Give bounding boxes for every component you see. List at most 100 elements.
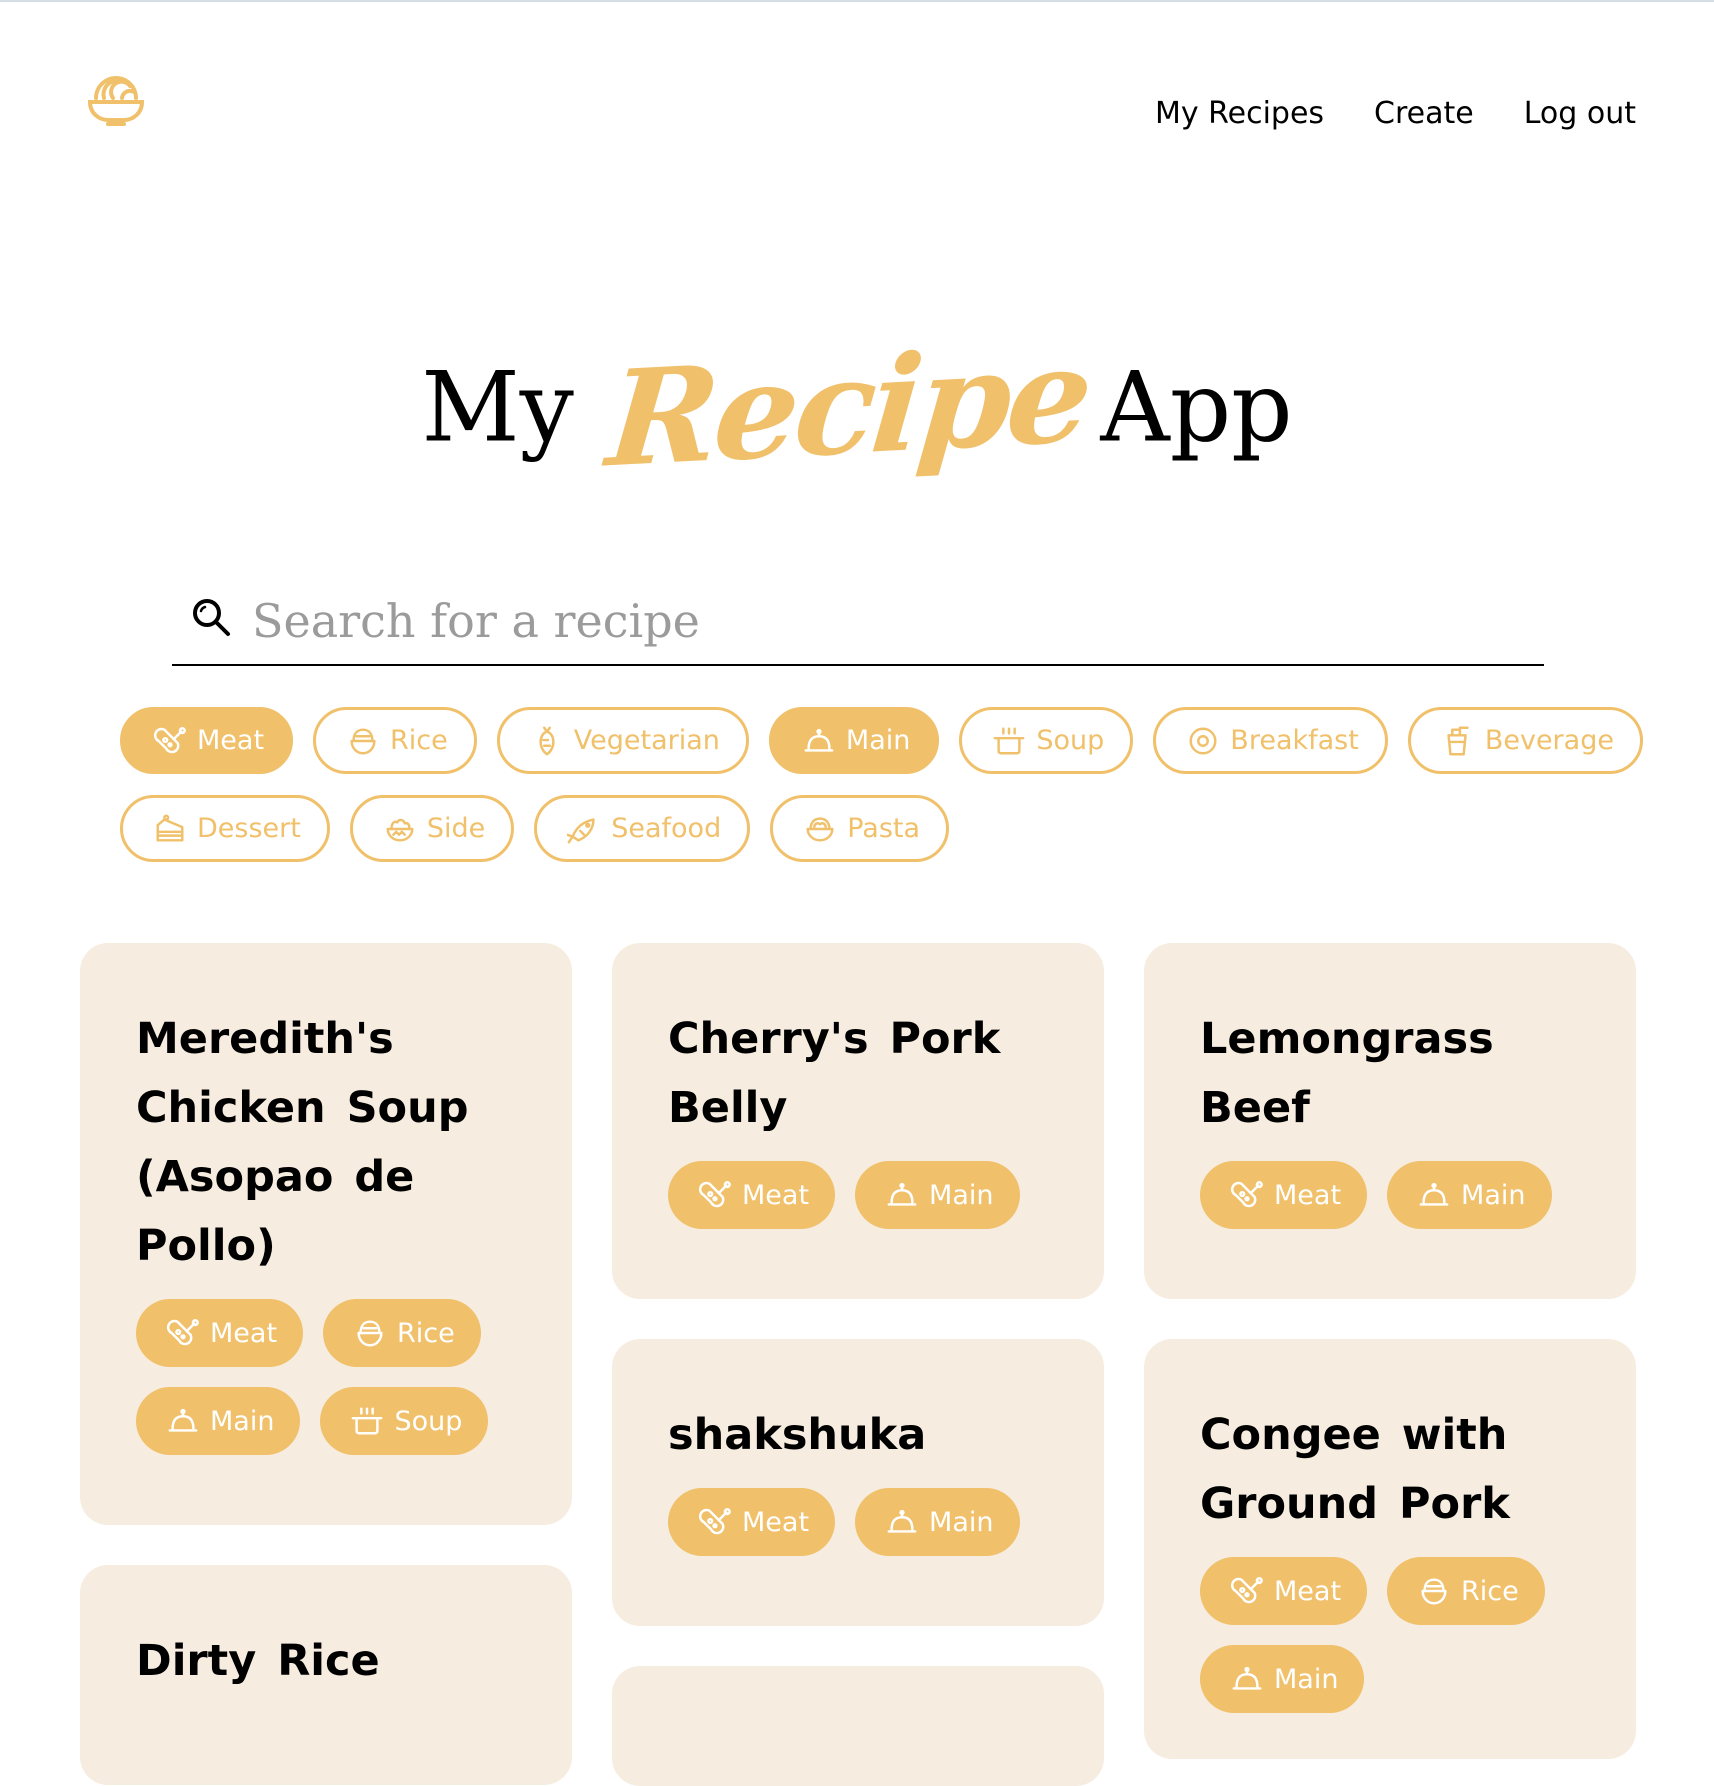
meat-icon xyxy=(167,1319,199,1346)
pasta-icon xyxy=(806,816,834,842)
filter-chip-label: Seafood xyxy=(611,813,722,844)
soup-icon xyxy=(993,726,1025,755)
main-icon xyxy=(804,728,834,752)
recipe-tag-label: Rice xyxy=(397,1317,455,1349)
beverage-icon xyxy=(1447,726,1469,755)
recipe-tag-label: Meat xyxy=(210,1317,278,1349)
meat-icon xyxy=(154,726,186,753)
recipe-title-line: (Asopao de xyxy=(136,1152,415,1202)
main-icon xyxy=(1232,1666,1262,1690)
recipe-title-line: Beef xyxy=(1200,1083,1310,1133)
main-icon xyxy=(1419,1182,1449,1206)
recipe-card[interactable]: Meredith's Chicken Soup (Asopao de Pollo) Me… xyxy=(80,943,572,1525)
main-icon xyxy=(887,1509,917,1533)
filter-chip-label: Breakfast xyxy=(1230,725,1359,756)
nav-create-link[interactable]: Create xyxy=(1374,96,1474,131)
filter-chip-label: Beverage xyxy=(1484,725,1614,756)
recipe-card[interactable]: Cherry's Pork Belly Meat Main xyxy=(612,943,1104,1299)
soup-icon xyxy=(352,1407,383,1435)
recipe-card[interactable]: shakshuka Meat Main xyxy=(612,1339,1104,1626)
recipe-tag-rice[interactable]: Rice xyxy=(323,1299,481,1367)
recipe-tag-main[interactable]: Main xyxy=(136,1387,301,1455)
nav-my-recipes-link[interactable]: My Recipes xyxy=(1155,96,1324,131)
recipe-title-line: Ground Pork xyxy=(1200,1479,1510,1529)
recipe-tags: Meat Main xyxy=(1200,1161,1586,1229)
nav-logout-link[interactable]: Log out xyxy=(1524,96,1636,131)
filter-chip-rice[interactable]: Rice xyxy=(313,707,477,774)
filter-chip-label: Rice xyxy=(390,725,448,756)
main-icon xyxy=(168,1408,198,1432)
filter-chip-seafood[interactable]: Seafood xyxy=(534,795,751,862)
recipe-tag-main[interactable]: Main xyxy=(1200,1645,1365,1713)
dessert-icon xyxy=(156,814,184,842)
recipe-card[interactable]: Lemongrass Beef Meat Main xyxy=(1144,943,1636,1299)
search-input[interactable] xyxy=(250,586,1514,656)
vegetarian-icon xyxy=(539,726,555,755)
filter-row: Dessert Side Seafood Pasta xyxy=(120,795,950,862)
recipe-tag-soup[interactable]: Soup xyxy=(320,1387,489,1455)
side-icon xyxy=(386,818,414,842)
bowl-logo-icon[interactable] xyxy=(86,72,146,128)
rice-icon xyxy=(1421,1578,1447,1605)
filter-chip-dessert[interactable]: Dessert xyxy=(120,795,330,862)
rice-icon xyxy=(350,727,376,755)
recipe-tag-meat[interactable]: Meat xyxy=(668,1488,836,1556)
recipe-title-line: Cherry's Pork xyxy=(668,1014,1001,1064)
recipe-tag-label: Soup xyxy=(394,1405,463,1437)
recipe-tags: Meat Main xyxy=(668,1161,1054,1229)
recipe-card[interactable] xyxy=(612,1666,1104,1786)
recipe-title-line: Dirty Rice xyxy=(136,1636,380,1686)
recipe-tag-label: Main xyxy=(929,1506,994,1538)
recipe-card[interactable]: Dirty Rice xyxy=(80,1565,572,1785)
title-word-my: My xyxy=(421,351,574,464)
recipe-title[interactable]: Meredith's Chicken Soup (Asopao de Pollo) xyxy=(136,1005,522,1281)
title-word-app: App xyxy=(1100,351,1293,464)
recipe-title[interactable]: shakshuka xyxy=(668,1401,1054,1470)
recipe-tag-label: Main xyxy=(929,1179,994,1211)
meat-icon xyxy=(1231,1577,1263,1604)
filter-row: Meat Rice Vegetarian Main Soup Breakfast Bever… xyxy=(120,707,1643,774)
recipe-tag-rice[interactable]: Rice xyxy=(1387,1557,1545,1625)
filter-chip-label: Meat xyxy=(197,725,265,756)
search-icon xyxy=(193,599,230,636)
recipe-tag-meat[interactable]: Meat xyxy=(668,1161,836,1229)
filter-chip-breakfast[interactable]: Breakfast xyxy=(1153,707,1388,774)
recipe-title[interactable]: Lemongrass Beef xyxy=(1200,1005,1586,1143)
recipe-card[interactable]: Congee with Ground Pork Meat Rice Main xyxy=(1144,1339,1636,1759)
filter-chip-label: Side xyxy=(426,813,486,844)
recipe-tag-main[interactable]: Main xyxy=(855,1488,1020,1556)
recipe-tag-main[interactable]: Main xyxy=(855,1161,1020,1229)
top-border xyxy=(0,0,1714,2)
recipe-tags: Meat Main xyxy=(668,1488,1054,1556)
recipe-tag-label: Meat xyxy=(742,1506,810,1538)
filter-chip-beverage[interactable]: Beverage xyxy=(1407,707,1643,774)
recipe-title-line: Lemongrass xyxy=(1200,1014,1494,1064)
meat-icon xyxy=(1231,1181,1263,1208)
meat-icon xyxy=(699,1181,731,1208)
recipe-tag-label: Main xyxy=(1461,1179,1526,1211)
page-title: My RecipeApp xyxy=(0,318,1714,498)
breakfast-icon xyxy=(1189,726,1217,755)
recipe-tag-meat[interactable]: Meat xyxy=(1200,1161,1368,1229)
recipe-tag-main[interactable]: Main xyxy=(1387,1161,1552,1229)
recipe-title[interactable]: Congee with Ground Pork xyxy=(1200,1401,1586,1539)
filter-chip-label: Dessert xyxy=(197,813,301,844)
recipe-tag-label: Meat xyxy=(1274,1179,1342,1211)
filter-chip-pasta[interactable]: Pasta xyxy=(770,795,950,862)
filter-chip-vegetarian[interactable]: Vegetarian xyxy=(496,707,749,774)
recipe-title[interactable]: Cherry's Pork Belly xyxy=(668,1005,1054,1143)
recipe-title-line: Congee with xyxy=(1200,1410,1508,1460)
filter-chip-label: Main xyxy=(845,725,911,756)
recipe-tag-meat[interactable]: Meat xyxy=(1200,1557,1368,1625)
filter-chip-main[interactable]: Main xyxy=(768,707,940,774)
search-bar xyxy=(172,580,1544,666)
recipe-tags: Meat Rice Main Soup xyxy=(136,1299,522,1455)
filter-chip-meat[interactable]: Meat xyxy=(120,707,294,774)
recipe-tag-meat[interactable]: Meat xyxy=(136,1299,304,1367)
filter-chip-soup[interactable]: Soup xyxy=(959,707,1134,774)
seafood-icon xyxy=(567,817,595,843)
recipe-title[interactable]: Dirty Rice xyxy=(136,1627,522,1696)
main-icon xyxy=(887,1182,917,1206)
recipe-tag-label: Main xyxy=(210,1405,275,1437)
filter-chip-side[interactable]: Side xyxy=(349,795,515,862)
